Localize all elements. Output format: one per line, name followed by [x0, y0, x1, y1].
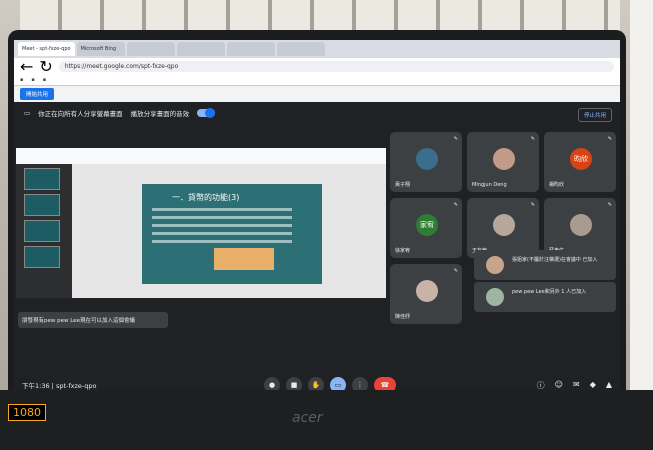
- bookmarks-bar: ▪ ▪ ▪: [14, 74, 620, 86]
- avatar: [493, 148, 515, 170]
- audio-toggle[interactable]: [197, 108, 216, 118]
- join-notification: 張姐家(不屬於汪橫選)在會議中 已加入: [474, 250, 616, 280]
- mic-off-icon: ✎: [607, 202, 612, 208]
- clock-time: 下午1:36: [22, 382, 50, 390]
- brand-logo: acer: [292, 410, 323, 426]
- notice-bar: 開始共用: [14, 86, 620, 102]
- lock-icon[interactable]: ▲: [606, 380, 612, 391]
- info-icon[interactable]: ⓘ: [537, 380, 545, 391]
- participant-tile[interactable]: ✎ 蘇彥佑: [544, 198, 616, 258]
- slide-canvas: 一．貨幣的功能(3): [72, 164, 386, 298]
- window-blinds: [20, 0, 620, 32]
- back-icon[interactable]: ←: [20, 57, 33, 76]
- chat-icon[interactable]: ✉: [573, 380, 580, 391]
- avatar: [486, 256, 504, 274]
- audio-toggle-label: 播放分享畫面的音效: [130, 110, 190, 118]
- stop-presenting-button[interactable]: 停止共用: [577, 108, 612, 122]
- mic-off-icon: ✎: [453, 136, 458, 142]
- notification-text: pew pew Lee和另外 1 人已加入: [512, 289, 587, 295]
- tab-4[interactable]: [176, 42, 225, 56]
- participant-tile[interactable]: ✎ Mingjun Deng: [467, 132, 539, 192]
- tab-3[interactable]: [126, 42, 175, 56]
- laptop: Meet - spt-fxze-qpo Microsoft Bing ← ↻ h…: [8, 30, 626, 450]
- avatar: 家宥: [416, 214, 438, 236]
- slide-table: [214, 248, 274, 270]
- mic-off-icon: ✎: [453, 202, 458, 208]
- meeting-clock: 下午1:36 | spt-fxze-qpo: [22, 382, 97, 390]
- participant-tile[interactable]: ✎ 家宥 徐家宥: [390, 198, 462, 258]
- tab-6[interactable]: [276, 42, 325, 56]
- mic-off-icon: ✎: [530, 202, 535, 208]
- mic-off-icon: ✎: [530, 136, 535, 142]
- slide-thumbnail[interactable]: [24, 194, 60, 216]
- bookmark-icon[interactable]: ▪: [31, 77, 34, 83]
- slide-title: 一．貨幣的功能(3): [172, 193, 240, 202]
- join-toast: 朋發現有pew pew Lee現在可以加入這個會議: [18, 312, 168, 328]
- presenting-bar: ▭ 你正在向所有人分享螢幕畫面 播放分享畫面的音效: [14, 102, 620, 124]
- resolution-sticker: 1080: [8, 404, 46, 421]
- avatar: [416, 148, 438, 170]
- current-slide: 一．貨幣的功能(3): [142, 184, 322, 284]
- tab-5[interactable]: [226, 42, 275, 56]
- url-field[interactable]: https://meet.google.com/spt-fxze-qpo: [58, 60, 614, 72]
- activities-icon[interactable]: ◆: [590, 380, 596, 391]
- laptop-screen: Meet - spt-fxze-qpo Microsoft Bing ← ↻ h…: [14, 40, 620, 400]
- participant-name: 徐家宥: [395, 248, 411, 254]
- presentation-view: 一．貨幣的功能(3): [16, 148, 386, 298]
- participant-tile[interactable]: ✎ 王有宥: [467, 198, 539, 258]
- participant-name: 黃子翔: [395, 182, 411, 188]
- slide-bullets: [152, 208, 292, 248]
- meeting-code: spt-fxze-qpo: [55, 382, 97, 390]
- present-icon: ▭: [24, 109, 31, 117]
- avatar: [570, 214, 592, 236]
- bookmark-icon[interactable]: ▪: [43, 77, 46, 83]
- notice-button[interactable]: 開始共用: [20, 88, 55, 100]
- participant-name: 楊昀欣: [549, 182, 565, 188]
- meet-side-controls: ⓘ ☺ ✉ ◆ ▲: [537, 380, 612, 391]
- participant-name: 陳佳妤: [395, 314, 411, 320]
- avatar: [493, 214, 515, 236]
- laptop-chassis: [0, 390, 653, 450]
- avatar: 昀欣: [570, 148, 592, 170]
- address-bar: ← ↻ https://meet.google.com/spt-fxze-qpo: [14, 57, 620, 76]
- slide-thumbnail[interactable]: [24, 246, 60, 268]
- reload-icon[interactable]: ↻: [39, 57, 52, 76]
- slide-thumbnails: [24, 168, 64, 272]
- meet-window: ▭ 你正在向所有人分享螢幕畫面 播放分享畫面的音效 停止共用 一．貨幣的功能(3…: [14, 102, 620, 400]
- avatar: [416, 280, 438, 302]
- participant-name: Mingjun Deng: [472, 182, 507, 188]
- people-icon[interactable]: ☺: [555, 380, 563, 391]
- avatar: [486, 288, 504, 306]
- mic-off-icon: ✎: [607, 136, 612, 142]
- participant-tile[interactable]: ✎ 黃子翔: [390, 132, 462, 192]
- tab-meet[interactable]: Meet - spt-fxze-qpo: [18, 42, 75, 56]
- participant-tile[interactable]: ✎ 陳佳妤: [390, 264, 462, 324]
- join-notification: pew pew Lee和另外 1 人已加入: [474, 282, 616, 312]
- bookmark-icon[interactable]: ▪: [20, 77, 23, 83]
- notification-text: 張姐家(不屬於汪橫選)在會議中 已加入: [512, 257, 598, 263]
- presenting-label: 你正在向所有人分享螢幕畫面: [38, 110, 123, 118]
- slide-thumbnail[interactable]: [24, 220, 60, 242]
- mic-off-icon: ✎: [453, 268, 458, 274]
- slide-thumbnail[interactable]: [24, 168, 60, 190]
- slides-toolbar: [16, 148, 386, 164]
- browser-tabbar: Meet - spt-fxze-qpo Microsoft Bing: [14, 40, 620, 58]
- right-wall: [630, 0, 653, 450]
- tab-bing[interactable]: Microsoft Bing: [76, 42, 125, 56]
- participant-tile[interactable]: ✎ 昀欣 楊昀欣: [544, 132, 616, 192]
